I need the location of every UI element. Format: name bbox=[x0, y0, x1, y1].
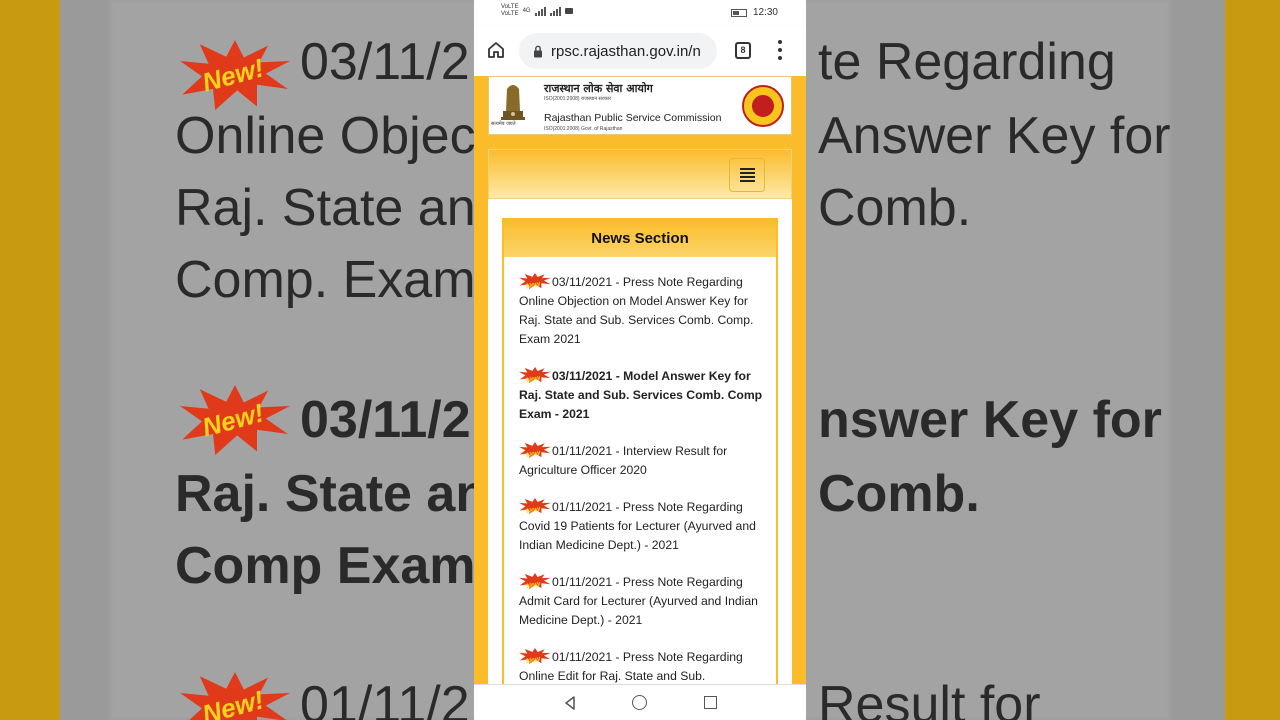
web-page: सत्यमेव जयते राजस्थान लोक सेवा आयोग ISO(… bbox=[474, 76, 806, 684]
signal-icon bbox=[534, 6, 546, 16]
back-icon[interactable] bbox=[563, 696, 577, 710]
new-badge-icon: New bbox=[519, 648, 551, 665]
content-area: News Section New 03/11/2021 - Press Note … bbox=[488, 199, 792, 684]
news-section-title: News Section bbox=[591, 230, 689, 247]
status-right: 12:30 bbox=[730, 7, 778, 18]
bg-text-line: Raj. State and bbox=[175, 179, 505, 237]
news-section: News Section New 03/11/2021 - Press Note … bbox=[502, 218, 778, 684]
url-text: rpsc.rajasthan.gov.in/n bbox=[551, 42, 701, 60]
system-nav-bar bbox=[474, 684, 806, 720]
signal-icon bbox=[549, 6, 561, 16]
status-bar: VoLTE VoLTE 4G 12:30 bbox=[474, 0, 806, 26]
more-menu-icon[interactable] bbox=[776, 40, 784, 60]
nav-bar bbox=[488, 149, 792, 199]
site-title-english: Rajasthan Public Service Commission bbox=[544, 112, 722, 124]
browser-toolbar: rpsc.rajasthan.gov.in/n 8 bbox=[474, 26, 806, 76]
bg-text-line: nswer Key for bbox=[818, 391, 1162, 449]
network-type: 4G bbox=[522, 7, 531, 14]
new-badge-icon: New bbox=[519, 367, 551, 384]
battery-icon bbox=[730, 8, 747, 17]
bg-new-badge: New! bbox=[180, 385, 290, 455]
bg-text-line: Comb. bbox=[818, 465, 980, 523]
news-list: New 03/11/2021 - Press Note Regarding Onl… bbox=[504, 257, 776, 684]
bg-text-line: Comb. bbox=[818, 179, 972, 237]
news-item-link[interactable]: New 01/11/2021 - Press Note Regarding Cov… bbox=[519, 498, 764, 555]
lock-icon bbox=[534, 45, 542, 57]
video-icon bbox=[564, 8, 573, 14]
tab-switcher-button[interactable]: 8 bbox=[735, 42, 751, 59]
bg-text-line: Raj. State and bbox=[175, 465, 519, 523]
status-left: VoLTE VoLTE 4G bbox=[501, 4, 573, 18]
site-title-hindi: राजस्थान लोक सेवा आयोग bbox=[544, 82, 653, 95]
news-item-link[interactable]: New 01/11/2021 - Press Note Regarding Onl… bbox=[519, 648, 764, 684]
news-item-link[interactable]: New 01/11/2021 - Interview Result for Agr… bbox=[519, 442, 764, 480]
address-bar[interactable]: rpsc.rajasthan.gov.in/n bbox=[519, 33, 717, 69]
news-item-link[interactable]: New 01/11/2021 - Press Note Regarding Adm… bbox=[519, 573, 764, 630]
recent-apps-icon[interactable] bbox=[704, 696, 717, 709]
bg-text-line: 03/11/2 bbox=[300, 391, 471, 449]
iso-text-hindi: ISO(2001:2008) राजस्थान सरकार bbox=[544, 96, 612, 102]
volte-badges: VoLTE VoLTE bbox=[501, 4, 519, 17]
bg-text-line: 03/11/2 bbox=[300, 33, 470, 91]
home-icon[interactable] bbox=[486, 40, 506, 60]
bg-text-line: Answer Key for bbox=[818, 107, 1171, 165]
phone-screen: VoLTE VoLTE 4G 12:30 rpsc.rajasthan.gov.… bbox=[474, 0, 806, 720]
new-badge-icon: New bbox=[519, 498, 551, 515]
site-header: सत्यमेव जयते राजस्थान लोक सेवा आयोग ISO(… bbox=[488, 76, 792, 135]
emblem-motto: सत्यमेव जयते bbox=[491, 121, 516, 127]
news-item-link[interactable]: New 03/11/2021 - Press Note Regarding Onl… bbox=[519, 273, 764, 349]
bg-text-line: Comp. Exam 2 bbox=[175, 251, 519, 309]
bg-new-badge: New! bbox=[180, 40, 290, 110]
news-item-link[interactable]: New 03/11/2021 - Model Answer Key for Raj… bbox=[519, 367, 764, 424]
bg-text-line: te Regarding bbox=[818, 33, 1116, 91]
bg-text-line: Result for bbox=[818, 676, 1041, 720]
bg-new-badge: New! bbox=[180, 672, 290, 720]
new-badge-icon: New bbox=[519, 573, 551, 590]
home-circle-icon[interactable] bbox=[632, 695, 647, 710]
rpsc-logo bbox=[742, 85, 784, 127]
bg-text-line: Online Object bbox=[175, 107, 491, 165]
clock: 12:30 bbox=[752, 7, 778, 18]
bg-text-line: Comp Exam - bbox=[175, 537, 508, 595]
bg-text-line: 01/11/2 bbox=[300, 676, 470, 720]
hamburger-menu-icon[interactable] bbox=[729, 158, 765, 192]
iso-text-english: ISO(2001:2008) Govt. of Rajasthan bbox=[544, 126, 623, 132]
new-badge-icon: New bbox=[519, 273, 551, 290]
new-badge-icon: New bbox=[519, 442, 551, 459]
news-section-header: News Section bbox=[504, 220, 776, 257]
